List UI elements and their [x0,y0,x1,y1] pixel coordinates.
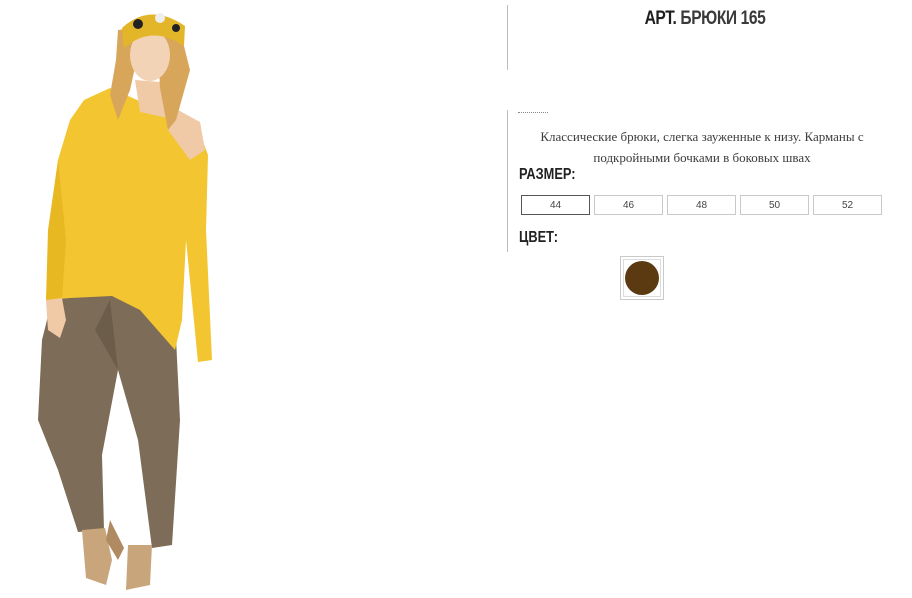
color-swatch-brown[interactable] [620,256,664,300]
size-selector: 44 46 48 50 52 [521,195,882,215]
size-label: РАЗМЕР: [519,166,576,183]
color-swatch-dot [625,261,659,295]
product-title: АРТ. БРЮКИ 165 [586,8,824,30]
color-label: ЦВЕТ: [519,229,559,246]
title-name: БРЮКИ 165 [680,8,766,29]
title-prefix: АРТ. [644,8,677,29]
size-option-44[interactable]: 44 [521,195,590,215]
product-description: Классические брюки, слегка зауженные к н… [540,129,864,165]
size-option-46[interactable]: 46 [594,195,663,215]
divider-top [507,5,508,70]
divider-bottom [507,110,508,252]
product-photo [38,13,212,590]
dotted-separator [518,112,548,113]
size-option-48[interactable]: 48 [667,195,736,215]
size-option-50[interactable]: 50 [740,195,809,215]
size-option-52[interactable]: 52 [813,195,882,215]
